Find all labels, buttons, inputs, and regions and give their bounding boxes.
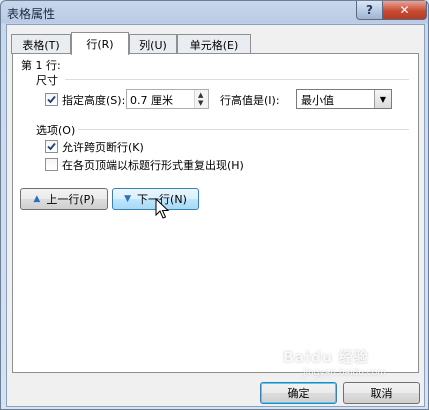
specify-height-checkbox[interactable]: [45, 93, 58, 106]
cancel-label: 取消: [370, 387, 393, 400]
tab-row[interactable]: 行(R): [71, 32, 129, 55]
tab-column-label: 列(U): [139, 38, 167, 52]
mouse-cursor-icon: [155, 198, 169, 219]
checkmark-icon: [47, 95, 56, 104]
previous-row-label: 上一行(P): [46, 193, 95, 206]
height-spinner[interactable]: 0.7 厘米 ▲ ▼: [126, 89, 209, 109]
table-properties-dialog: 表格属性 ? ✕ 表格(T) 行(R) 列(U) 单元格(E) 第 1 行: 尺…: [0, 0, 429, 410]
close-icon: ✕: [399, 3, 410, 17]
spin-down-icon[interactable]: ▼: [198, 99, 203, 107]
tab-cell[interactable]: 单元格(E): [177, 34, 251, 54]
up-arrow-icon: ▲: [33, 194, 41, 204]
spin-up-icon[interactable]: ▲: [198, 91, 203, 99]
tab-cell-label: 单元格(E): [189, 38, 239, 52]
tab-table[interactable]: 表格(T): [11, 34, 71, 54]
size-group-label: 尺寸: [36, 74, 58, 87]
allow-break-label: 允许跨页断行(K): [62, 141, 144, 154]
dialog-client-area: 表格(T) 行(R) 列(U) 单元格(E) 第 1 行: 尺寸 指定高度(S)…: [6, 24, 425, 407]
row-height-is-label: 行高值是(I):: [220, 94, 280, 107]
row-heading: 第 1 行:: [21, 59, 61, 72]
checkmark-icon: [47, 142, 56, 151]
tab-column[interactable]: 列(U): [129, 34, 177, 54]
watermark: Baidu 经验: [283, 350, 369, 366]
ok-label: 确定: [287, 387, 310, 400]
title-bar[interactable]: 表格属性 ? ✕: [1, 1, 428, 24]
height-value[interactable]: 0.7 厘米: [130, 92, 173, 108]
allow-break-checkbox[interactable]: [45, 140, 58, 153]
height-spin-buttons[interactable]: ▲ ▼: [194, 90, 208, 108]
watermark-url: jingyan.baidu.com: [303, 368, 387, 378]
dropdown-arrow-icon[interactable]: ▼: [374, 90, 391, 108]
tab-row-label: 行(R): [86, 38, 114, 51]
row-height-mode-select[interactable]: 最小值 ▼: [296, 89, 392, 109]
row-tab-panel: 第 1 行: 尺寸 指定高度(S): 0.7 厘米 ▲ ▼ 行高值是(I): 最…: [12, 53, 419, 373]
options-group-label: 选项(O): [36, 124, 76, 137]
row-height-mode-value: 最小值: [301, 94, 334, 107]
help-icon: ?: [366, 3, 373, 17]
options-group-divider: [78, 129, 409, 130]
size-group-divider: [65, 79, 409, 80]
close-button[interactable]: ✕: [382, 1, 427, 20]
help-button[interactable]: ?: [356, 1, 383, 20]
previous-row-button[interactable]: ▲ 上一行(P): [20, 188, 108, 210]
repeat-header-label: 在各页顶端以标题行形式重复出现(H): [62, 159, 244, 172]
specify-height-label: 指定高度(S):: [62, 94, 126, 107]
cancel-button[interactable]: 取消: [343, 382, 420, 404]
dialog-title: 表格属性: [7, 7, 56, 21]
ok-button[interactable]: 确定: [260, 382, 337, 404]
tab-table-label: 表格(T): [22, 38, 60, 52]
down-arrow-icon: ▼: [124, 194, 132, 204]
repeat-header-checkbox[interactable]: [45, 158, 58, 171]
